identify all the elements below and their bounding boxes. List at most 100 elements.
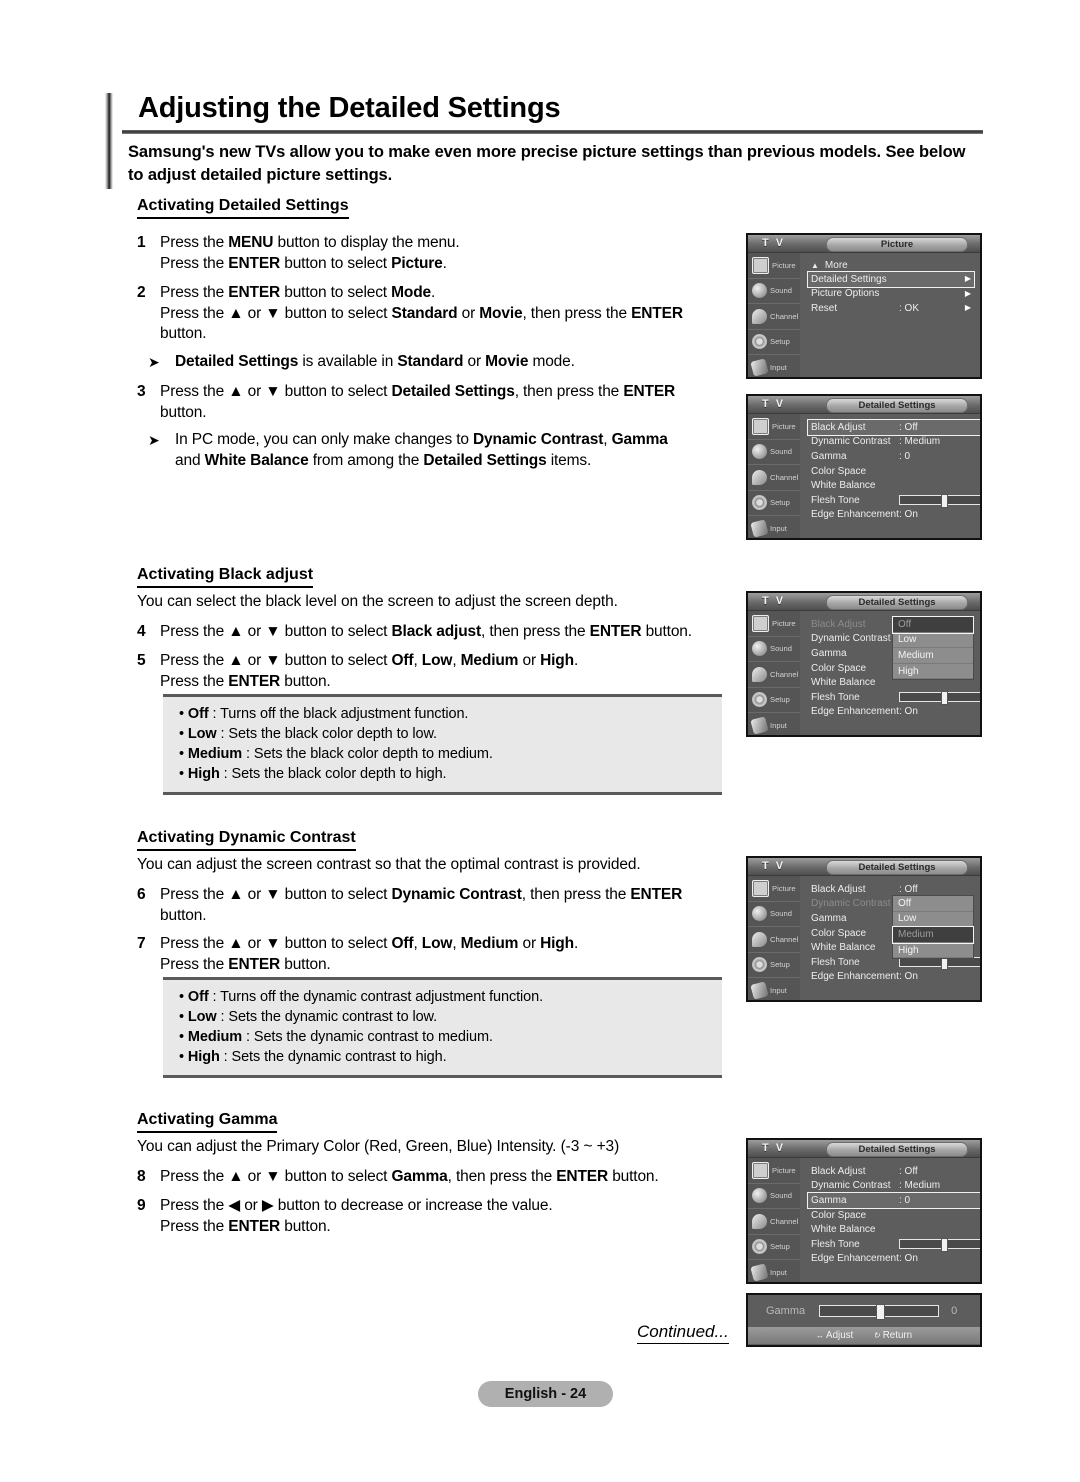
- osd-row-edge-enhancement[interactable]: Edge Enhancement : On ▶: [808, 508, 980, 523]
- sidebar-item-label: Sound: [770, 286, 792, 296]
- osd-row-value: : On: [899, 971, 918, 983]
- osd-row-label: Gamma: [811, 647, 847, 659]
- slider-track: [899, 691, 980, 706]
- sidebar-item-picture[interactable]: Picture: [748, 414, 800, 440]
- gamma-slider[interactable]: 0: [819, 1304, 957, 1320]
- osd-row-gamma[interactable]: Gamma : 0 ▶: [808, 449, 980, 464]
- sidebar-item-channel[interactable]: Channel: [748, 304, 800, 330]
- sidebar-item-channel[interactable]: Channel: [748, 662, 800, 688]
- sidebar-item-input[interactable]: Input: [748, 1260, 800, 1282]
- sidebar-item-input[interactable]: Input: [748, 516, 800, 538]
- sidebar-item-label: Sound: [770, 644, 792, 654]
- sidebar-item-sound[interactable]: Sound: [748, 1184, 800, 1209]
- dynamic-contrast-dropdown[interactable]: Off Low Medium High: [892, 895, 974, 960]
- sidebar-item-channel[interactable]: Channel: [748, 927, 800, 953]
- osd-row-label: Color Space: [811, 927, 867, 939]
- osd-row-gamma[interactable]: Gamma : 0 ▶: [807, 1192, 980, 1209]
- picture-icon: [752, 614, 769, 632]
- flesh-tone-slider[interactable]: 0: [899, 1238, 980, 1253]
- sidebar-item-input[interactable]: Input: [748, 978, 800, 1000]
- osd-row-color-space[interactable]: Color Space ▶: [808, 464, 980, 479]
- sidebar-item-sound[interactable]: Sound: [748, 637, 800, 662]
- osd-row-detailed-settings[interactable]: Detailed Settings ▶: [807, 271, 975, 288]
- osd-body: Picture Sound Channel Setup Input Black …: [748, 414, 980, 538]
- osd-tab-title: Detailed Settings: [826, 594, 968, 610]
- osd-row-edge-enhancement[interactable]: Edge Enhancement : On: [808, 705, 980, 720]
- sidebar-item-picture[interactable]: Picture: [748, 253, 800, 279]
- osd-main-panel: Black Adjust : Off Dynamic Contrast : Ga…: [800, 876, 980, 989]
- osd-tab-title: Detailed Settings: [826, 1141, 968, 1157]
- osd-row-dynamic-contrast[interactable]: Dynamic Contrast : Medium ▶: [808, 435, 980, 450]
- osd-main-panel: Black Adjust : Off ▶ Dynamic Contrast : …: [800, 1158, 980, 1271]
- sidebar-item-input[interactable]: Input: [748, 713, 800, 735]
- sidebar-item-label: Setup: [770, 1242, 790, 1252]
- osd-row-edge-enhancement[interactable]: Edge Enhancement : On: [808, 970, 980, 985]
- dropdown-option-off[interactable]: Off: [892, 616, 974, 634]
- osd-screenshot-gamma-selected: T V Detailed Settings Picture Sound Chan…: [746, 1138, 982, 1284]
- step-5-text: Press the ▲ or ▼ button to select Off, L…: [160, 652, 579, 690]
- section-heading-black-adjust: Activating Black adjust: [137, 565, 314, 588]
- dropdown-option-medium[interactable]: Medium: [892, 926, 974, 944]
- osd-row-label: Reset: [811, 302, 838, 314]
- sidebar-item-setup[interactable]: Setup: [748, 1235, 800, 1260]
- sidebar-item-setup[interactable]: Setup: [748, 330, 800, 355]
- sidebar-item-channel[interactable]: Channel: [748, 1209, 800, 1235]
- sidebar-item-picture[interactable]: Picture: [748, 876, 800, 902]
- dropdown-option-high[interactable]: High: [893, 664, 973, 680]
- bullet-item: • High : Sets the black color depth to h…: [179, 766, 447, 782]
- slider-knob[interactable]: [941, 1238, 949, 1253]
- sidebar-item-sound[interactable]: Sound: [748, 440, 800, 465]
- osd-row-value: : Off: [899, 1165, 918, 1177]
- osd-row-color-space[interactable]: Color Space ▶: [808, 1208, 980, 1223]
- osd-row-label: Flesh Tone: [811, 1238, 860, 1250]
- black-adjust-options-box: • Off : Turns off the black adjustment f…: [163, 694, 722, 795]
- slider-knob[interactable]: [941, 494, 949, 509]
- dropdown-option-high[interactable]: High: [893, 943, 973, 959]
- black-adjust-dropdown[interactable]: Off Low Medium High: [892, 616, 974, 681]
- sidebar-item-picture[interactable]: Picture: [748, 611, 800, 637]
- osd-row-value: : On: [899, 1253, 918, 1265]
- sidebar-item-input[interactable]: Input: [748, 355, 800, 377]
- osd-row-flesh-tone[interactable]: Flesh Tone 0: [808, 493, 980, 509]
- bullet-item: • Medium : Sets the black color depth to…: [179, 746, 493, 762]
- section-heading-detailed-settings: Activating Detailed Settings: [137, 196, 349, 219]
- osd-row-flesh-tone[interactable]: Flesh Tone 0: [808, 690, 980, 706]
- sidebar-item-setup[interactable]: Setup: [748, 953, 800, 978]
- osd-row-white-balance[interactable]: White Balance ▶: [808, 1222, 980, 1237]
- sidebar-item-setup[interactable]: Setup: [748, 688, 800, 713]
- slider-knob[interactable]: [875, 1304, 885, 1320]
- sidebar-item-channel[interactable]: Channel: [748, 465, 800, 491]
- dropdown-option-off[interactable]: Off: [893, 896, 973, 912]
- dropdown-option-low[interactable]: Low: [893, 912, 973, 928]
- osd-row-black-adjust[interactable]: Black Adjust : Off ▶: [808, 1164, 980, 1179]
- osd-row-picture-options[interactable]: Picture Options ▶: [808, 287, 974, 302]
- sidebar-item-setup[interactable]: Setup: [748, 491, 800, 516]
- step-number-8: 8: [137, 1168, 146, 1185]
- sidebar-item-label: Sound: [770, 1191, 792, 1201]
- osd-row-value: : On: [899, 509, 918, 521]
- slider-knob[interactable]: [941, 691, 949, 706]
- osd-row-black-adjust[interactable]: Black Adjust : Off ▶: [807, 419, 980, 436]
- sidebar-item-sound[interactable]: Sound: [748, 279, 800, 304]
- osd-row-edge-enhancement[interactable]: Edge Enhancement : On ▶: [808, 1252, 980, 1267]
- section-heading-dynamic-contrast: Activating Dynamic Contrast: [137, 828, 356, 851]
- osd-more-label: More: [824, 260, 848, 271]
- dropdown-option-medium[interactable]: Medium: [893, 648, 973, 664]
- sidebar-item-label: Setup: [770, 498, 790, 508]
- sound-icon: [752, 1188, 767, 1204]
- osd-tab-title: Detailed Settings: [826, 397, 968, 413]
- osd-row-dynamic-contrast[interactable]: Dynamic Contrast : Medium ▶: [808, 1179, 980, 1194]
- osd-row-value: : Medium: [899, 1180, 941, 1192]
- osd-row-white-balance[interactable]: White Balance ▶: [808, 478, 980, 493]
- sidebar-item-sound[interactable]: Sound: [748, 902, 800, 927]
- dropdown-option-low[interactable]: Low: [893, 633, 973, 649]
- sidebar-item-picture[interactable]: Picture: [748, 1158, 800, 1184]
- sidebar-item-label: Picture: [772, 883, 796, 893]
- flesh-tone-slider[interactable]: 0: [899, 691, 980, 706]
- sidebar-item-label: Input: [770, 985, 787, 995]
- osd-row-flesh-tone[interactable]: Flesh Tone 0: [808, 1237, 980, 1253]
- flesh-tone-slider[interactable]: 0: [899, 494, 980, 509]
- title-accent-bar: [105, 93, 113, 189]
- step-number-2: 2: [137, 284, 146, 301]
- osd-row-reset[interactable]: Reset : OK ▶: [808, 301, 974, 316]
